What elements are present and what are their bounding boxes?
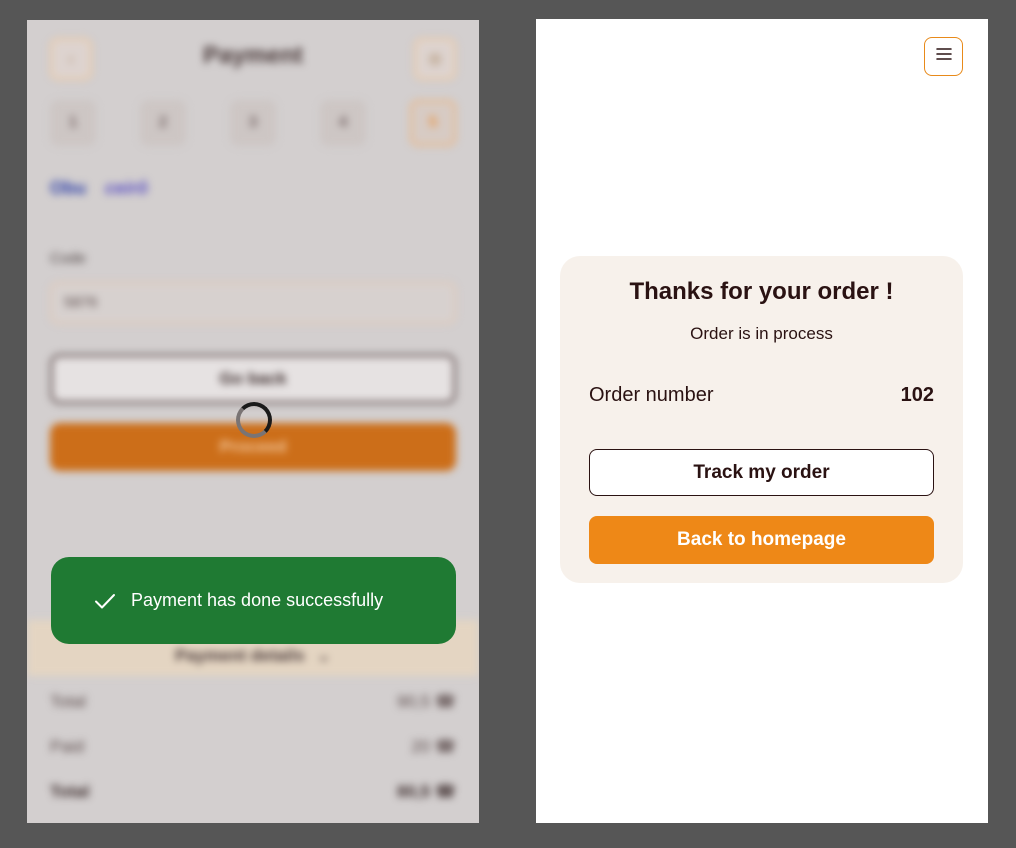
step-indicator: 1 2 3 4 5: [50, 100, 456, 146]
summary-row-total: Total 80,5 ☎: [50, 782, 456, 802]
step-2[interactable]: 2: [140, 100, 186, 146]
summary-value: 80,5 ☎: [397, 782, 456, 801]
go-back-button[interactable]: Go back: [50, 354, 456, 404]
confirmation-screen: Thanks for your order ! Order is in proc…: [536, 19, 988, 823]
track-order-button[interactable]: Track my order: [589, 449, 934, 496]
chevron-down-icon: ⌄: [316, 646, 331, 665]
summary-value: 20 ☎: [411, 737, 456, 756]
card-logo-1: Obu: [50, 178, 86, 198]
menu-button[interactable]: [924, 37, 963, 76]
confirmation-title: Thanks for your order !: [629, 278, 894, 305]
summary-label: Total: [50, 782, 90, 801]
code-label: Code: [50, 250, 86, 267]
toast-message: Payment has done successfully: [131, 590, 384, 610]
loading-spinner: [236, 402, 272, 438]
order-confirmation-card: Thanks for your order ! Order is in proc…: [560, 256, 963, 583]
order-number-label: Order number: [589, 384, 714, 406]
step-4[interactable]: 4: [320, 100, 366, 146]
order-number-value: 102: [900, 384, 934, 406]
payment-details-label: Payment details: [175, 646, 305, 665]
info-icon: ⊕: [427, 48, 443, 69]
summary-row: Total 90,5 ☎: [50, 692, 456, 712]
order-status: Order is in process: [690, 324, 833, 343]
code-input[interactable]: 5876: [50, 282, 456, 324]
card-logos: Obu ceirô: [50, 178, 148, 199]
summary-label: Total: [50, 692, 86, 711]
summary-row: Paid 20 ☎: [50, 737, 456, 757]
check-icon: [93, 589, 117, 613]
payment-screen: ‹ Payment ⊕ 1 2 3 4 5 Obu ceirô Code 587…: [27, 20, 479, 823]
step-5[interactable]: 5: [410, 100, 456, 146]
card-logo-2: ceirô: [105, 178, 149, 198]
summary-label: Paid: [50, 737, 85, 756]
info-button[interactable]: ⊕: [414, 38, 456, 80]
order-number-row: Order number 102: [589, 384, 934, 407]
menu-icon: [935, 47, 952, 66]
success-toast: Payment has done successfully: [51, 557, 456, 644]
back-to-homepage-button[interactable]: Back to homepage: [589, 516, 934, 564]
step-1[interactable]: 1: [50, 100, 96, 146]
summary-value: 90,5 ☎: [397, 692, 456, 711]
step-3[interactable]: 3: [230, 100, 276, 146]
page-title: Payment: [202, 42, 304, 69]
